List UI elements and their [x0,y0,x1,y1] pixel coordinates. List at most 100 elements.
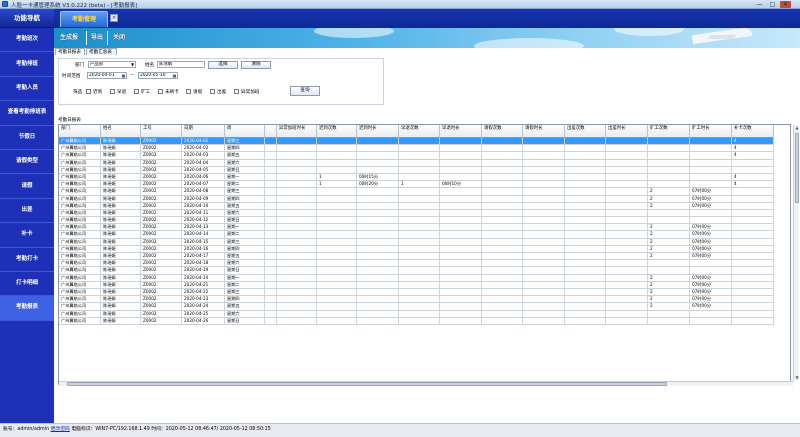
table-row[interactable]: 广州翼皓公司 陈瑶娟 Z0002 2020-04-22 星期三 2 07时00分 [59,288,774,297]
column-header[interactable]: 旷工时长 [690,125,732,138]
sidebar-item[interactable]: 考勤人员 [0,77,54,102]
scroll-thumb[interactable] [67,382,667,386]
grid-body: 广州翼皓公司 陈瑶娟 Z0002 2020-04-01 星期三 4 广州翼皓公司 陈瑶娟 Z00… [59,138,774,325]
checkbox-late[interactable] [86,89,91,94]
checkbox-no-swipe[interactable] [158,89,163,94]
sidebar-item[interactable]: 考勤打卡 [0,248,54,272]
close-window-button[interactable]: ✕ [780,1,791,8]
column-header[interactable]: 出差时长 [606,125,648,138]
table-cell [265,152,277,160]
scroll-up-icon[interactable]: ▲ [794,125,800,131]
table-row[interactable]: 广州翼皓公司 陈瑶娟 Z0002 2020-04-25 星期六 [59,310,774,318]
table-row[interactable]: 广州翼皓公司 陈瑶娟 Z0002 2020-04-03 星期五 4 [59,152,774,160]
table-row[interactable]: 广州翼皓公司 陈瑶娟 Z0002 2020-04-14 星期二 2 07时00分 [59,231,774,239]
table-row[interactable]: 广州翼皓公司 陈瑶娟 Z0002 2020-04-13 星期一 2 07时00分 [59,224,774,232]
checkbox-overtime[interactable] [234,89,239,94]
report-grid[interactable]: 部门 姓名 工号 日期周异常加班时长 迟到次数 迟到时长 早退次数 早退时长 请假次数 请假时长出… [58,124,791,385]
tab-close-icon[interactable]: × [110,14,118,22]
table-row[interactable]: 广州翼皓公司 陈瑶娟 Z0002 2020-04-12 星期日 [59,217,774,225]
table-cell [606,224,648,232]
minimize-button[interactable]: — [754,1,765,8]
generate-report-button[interactable]: 生成报表 [57,31,87,45]
column-header[interactable]: 早退时长 [440,125,482,138]
table-cell: 星期六 [225,310,265,318]
checkbox-early[interactable] [110,89,115,94]
sidebar-item[interactable]: 请假类型 [0,150,54,175]
scroll-down-icon[interactable]: ▼ [794,375,800,381]
table-cell: 陈瑶娟 [101,267,141,275]
column-header[interactable]: 日期 [182,125,225,138]
calendar-icon[interactable]: ▦ [121,73,126,78]
column-header[interactable]: 迟到时长 [357,125,399,138]
column-header[interactable]: 早退次数 [399,125,440,138]
table-row[interactable]: 广州翼皓公司 陈瑶娟 Z0002 2020-04-26 星期日 [59,317,774,325]
chevron-down-icon[interactable]: ▼ [130,62,135,67]
table-cell: 星期三 [225,188,265,196]
table-row[interactable]: 广州翼皓公司 陈瑶娟 Z0002 2020-04-01 星期三 4 [59,138,774,146]
column-header[interactable]: 请假时长 [523,125,565,138]
select-button[interactable]: 选择 [208,61,238,69]
table-row[interactable]: 广州翼皓公司 陈瑶娟 Z0002 2020-04-19 星期日 [59,267,774,275]
column-header[interactable]: 请假次数 [482,125,523,138]
sidebar-item[interactable]: 补卡 [0,223,54,248]
column-header[interactable]: 出差次数 [565,125,606,138]
table-row[interactable]: 广州翼皓公司 陈瑶娟 Z0002 2020-04-09 星期四 2 07时00分 [59,195,774,203]
sidebar-item[interactable]: 节假日 [0,126,54,150]
table-row[interactable]: 广州翼皓公司 陈瑶娟 Z0002 2020-04-18 星期六 [59,260,774,268]
table-row[interactable]: 广州翼皓公司 陈瑶娟 Z0002 2020-04-02 星期四 4 [59,145,774,153]
checkbox-trip[interactable] [210,89,215,94]
table-row[interactable]: 广州翼皓公司 陈瑶娟 Z0002 2020-04-16 星期四 2 07时00分 [59,245,774,253]
sidebar-item[interactable]: 请假 [0,174,54,199]
column-header[interactable]: 姓名 [101,125,141,138]
scroll-thumb[interactable] [795,133,799,203]
query-button[interactable]: 查询 [290,86,320,96]
table-cell [565,209,606,218]
column-header[interactable]: 部门 [59,125,101,138]
table-row[interactable]: 广州翼皓公司 陈瑶娟 Z0002 2020-04-15 星期三 2 07时00分 [59,238,774,246]
sidebar-item[interactable]: 考勤班次 [0,28,54,53]
table-cell: 星期五 [225,303,265,311]
table-row[interactable]: 广州翼皓公司 陈瑶娟 Z0002 2020-04-04 星期六 [59,159,774,167]
table-row[interactable]: 广州翼皓公司 陈瑶娟 Z0002 2020-04-24 星期五 2 07时00分 [59,303,774,311]
subtab-summary-report[interactable]: 考勤汇总表 [86,48,117,55]
maximize-button[interactable]: □ [767,1,778,8]
clear-button[interactable]: 清除 [241,61,271,69]
table-row[interactable]: 广州翼皓公司 陈瑶娟 Z0002 2020-04-05 星期日 [59,166,774,174]
table-row[interactable]: 广州翼皓公司 陈瑶娟 Z0002 2020-04-08 星期三 2 07时00分 [59,188,774,196]
sidebar-item[interactable]: 考勤报表 [0,296,54,321]
checkbox-absent[interactable] [134,89,139,94]
subtab-daily-report[interactable]: 考勤日报表 [55,48,85,55]
table-row[interactable]: 广州翼皓公司 陈瑶娟 Z0002 2020-04-11 星期六 [59,209,774,218]
calendar-icon[interactable]: ▦ [172,73,177,78]
change-password-link[interactable]: 更改密码 [51,427,70,432]
table-row[interactable]: 广州翼皓公司 陈瑶娟 Z0002 2020-04-21 星期二 2 07时00分 [59,281,774,289]
sidebar-item[interactable]: 考勤排班 [0,52,54,77]
table-cell [277,195,317,203]
sidebar-item[interactable]: 查看考勤排班表 [0,101,54,126]
table-cell: 2020-04-15 [182,238,225,246]
sidebar-item[interactable]: 出差 [0,199,54,224]
horizontal-scrollbar[interactable] [59,381,793,386]
export-button[interactable]: 导出 [88,31,108,45]
column-header[interactable]: 迟到次数 [317,125,357,138]
column-header[interactable]: 旷工次数 [648,125,690,138]
table-row[interactable]: 广州翼皓公司 陈瑶娟 Z0002 2020-04-20 星期一 2 07时00分 [59,274,774,282]
column-header[interactable]: 工号 [141,125,182,138]
dept-select[interactable]: 产品部 [88,61,136,68]
close-page-button[interactable]: 关闭 [110,31,128,45]
column-header[interactable] [265,125,277,138]
table-row[interactable]: 广州翼皓公司 陈瑶娟 Z0002 2020-04-23 星期四 2 07时00分 [59,296,774,304]
column-header[interactable]: 周 [225,125,265,138]
table-row[interactable]: 广州翼皓公司 陈瑶娟 Z0002 2020-04-17 星期五 2 07时00分 [59,253,774,261]
table-row[interactable]: 广州翼皓公司 陈瑶娟 Z0002 2020-04-10 星期五 2 07时00分 [59,202,774,210]
sidebar-item[interactable]: 打卡明细 [0,272,54,297]
column-header[interactable]: 补卡次数 [732,125,774,138]
table-cell [317,138,357,146]
vertical-scrollbar[interactable]: ▲ ▼ [793,125,799,381]
tab-attendance-management[interactable]: 考勤管理 [60,11,108,27]
column-header[interactable]: 异常加班时长 [277,125,317,138]
table-row[interactable]: 广州翼皓公司 陈瑶娟 Z0002 2020-04-06 星期一 1 00时15分 4 [59,173,774,182]
table-row[interactable]: 广州翼皓公司 陈瑶娟 Z0002 2020-04-07 星期二 1 00时20分 1 00时10… [59,181,774,189]
checkbox-leave[interactable] [186,89,191,94]
name-input[interactable]: 陈瑶娟 [157,61,205,68]
